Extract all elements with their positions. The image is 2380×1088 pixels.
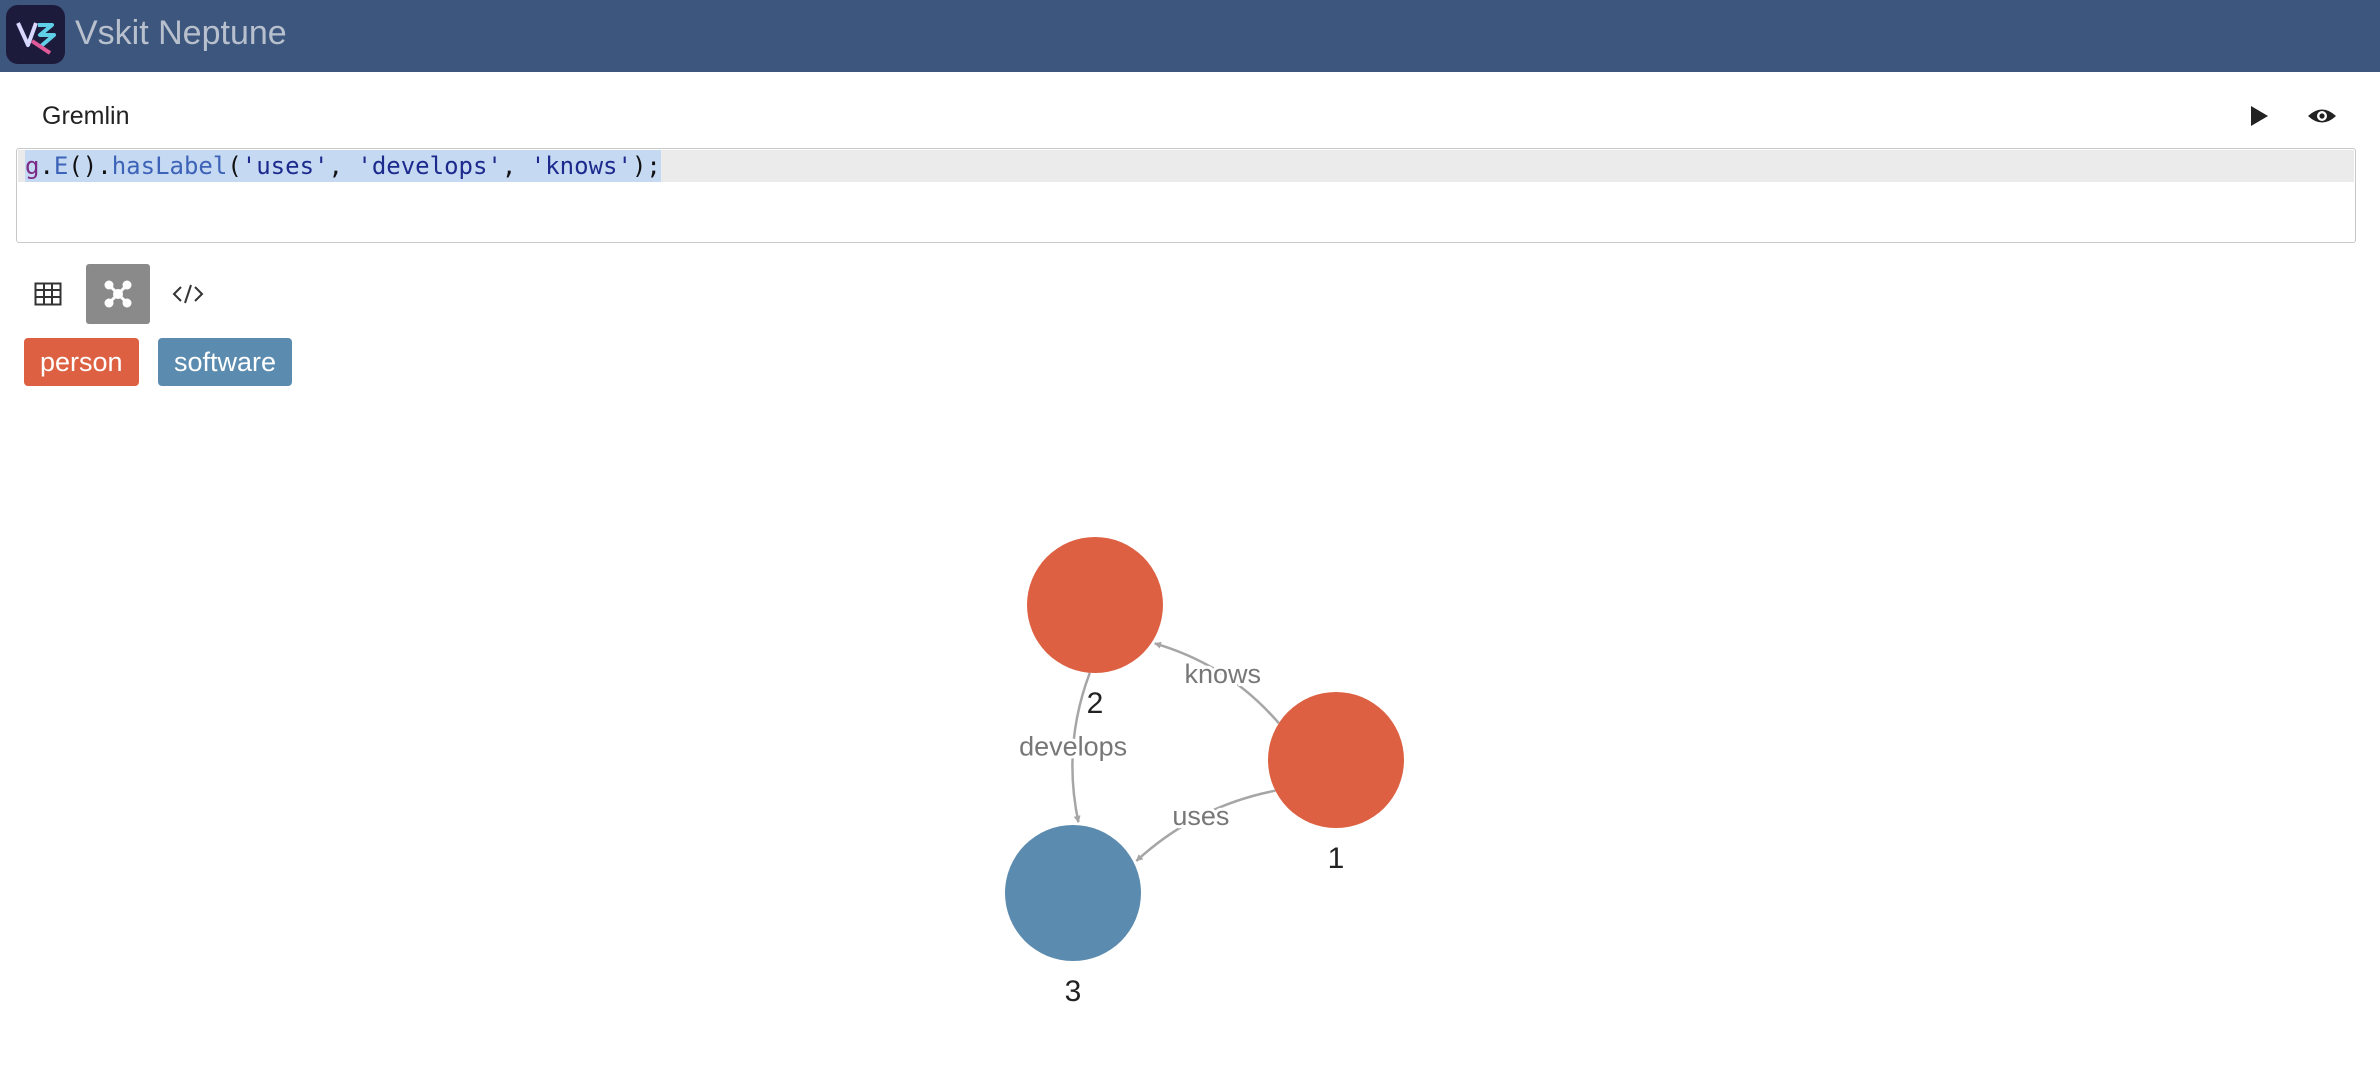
eye-icon (2308, 109, 2336, 123)
code-token: . (39, 152, 54, 180)
graph-node-person[interactable] (1027, 537, 1163, 673)
node-label: 1 (1328, 842, 1345, 875)
preview-button[interactable] (2302, 98, 2342, 134)
query-code[interactable]: g.E().hasLabel('uses', 'develops', 'know… (25, 150, 661, 182)
app-title: Vskit Neptune (75, 14, 287, 52)
query-editor[interactable]: g.E().hasLabel('uses', 'develops', 'know… (16, 148, 2356, 243)
run-query-button[interactable] (2240, 98, 2276, 134)
node-label: 2 (1087, 687, 1104, 720)
code-token: , (501, 152, 531, 180)
code-token: (). (68, 152, 112, 180)
node-label: 3 (1065, 975, 1082, 1008)
top-navbar: Vskit Neptune (0, 0, 2380, 72)
table-view-button[interactable] (16, 264, 80, 324)
edge-label: knows (1184, 659, 1261, 689)
code-token: hasLabel (111, 152, 228, 180)
legend-person-badge[interactable]: person (24, 338, 139, 386)
code-token: , (328, 152, 358, 180)
app-logo-icon[interactable] (6, 5, 65, 64)
legend-software-badge[interactable]: software (158, 338, 293, 386)
code-token: E (53, 152, 69, 180)
play-icon (2251, 106, 2268, 126)
code-token: g (25, 152, 40, 180)
graph-icon (104, 280, 132, 308)
edge-label: develops (1019, 732, 1127, 762)
code-token: 'develops' (357, 152, 502, 180)
graph-node-person[interactable] (1268, 692, 1404, 828)
code-token: 'uses' (241, 152, 329, 180)
code-icon (172, 284, 204, 304)
code-token: ( (227, 152, 242, 180)
query-language-title: Gremlin (42, 102, 130, 130)
graph-node-software[interactable] (1005, 825, 1141, 961)
graph-canvas[interactable]: knows develops uses 1 2 3 (0, 400, 2380, 1088)
edge-label: uses (1172, 801, 1229, 831)
code-view-button[interactable] (156, 264, 220, 324)
code-token: ); (631, 152, 661, 180)
graph-view-button[interactable] (86, 264, 150, 324)
table-icon (34, 282, 62, 306)
code-token: 'knows' (530, 152, 632, 180)
